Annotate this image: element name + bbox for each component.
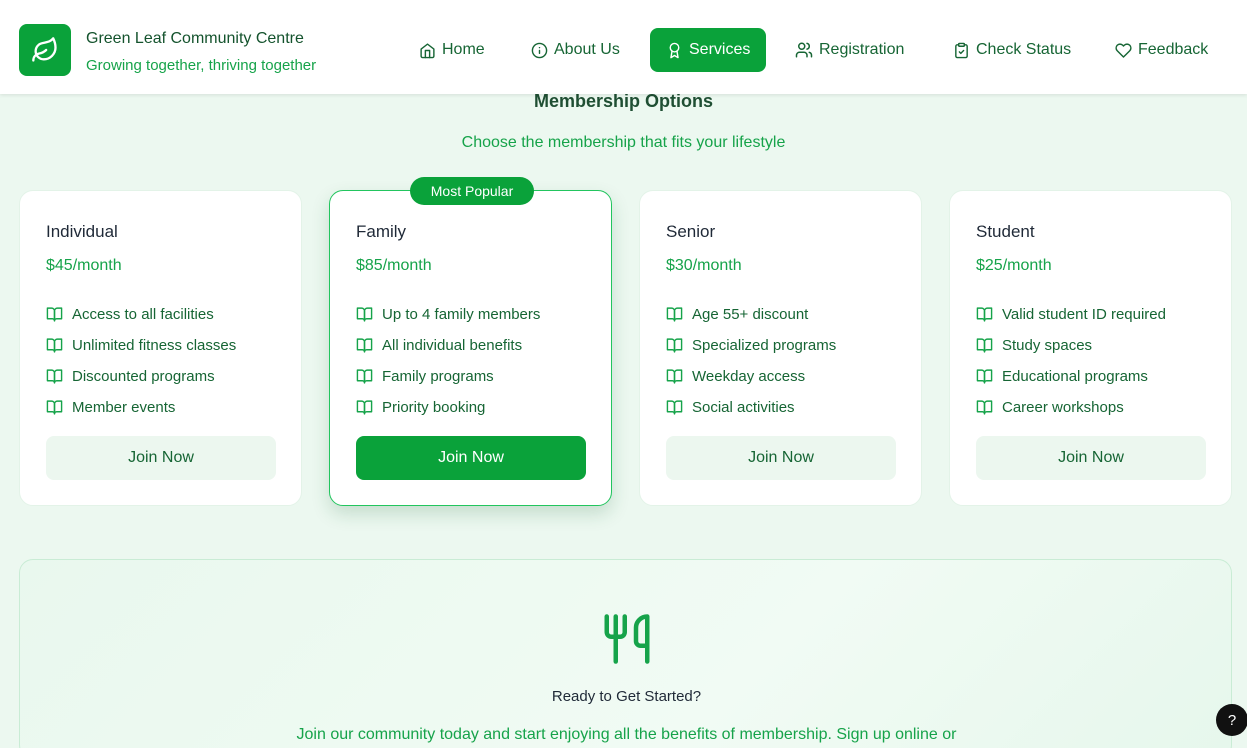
book-open-icon <box>46 338 63 353</box>
feature-text: Access to all facilities <box>72 306 214 323</box>
brand-subtitle: Growing together, thriving together <box>86 57 317 74</box>
feature-item: Career workshops <box>976 392 1166 423</box>
feature-text: Educational programs <box>1002 368 1148 385</box>
feature-text: Study spaces <box>1002 337 1093 354</box>
feature-item: All individual benefits <box>356 330 540 361</box>
nav-about-us[interactable]: About Us <box>515 28 636 72</box>
nav-registration[interactable]: Registration <box>779 28 920 72</box>
plan-name: Individual <box>46 222 118 241</box>
nav-registration-label: Registration <box>819 41 905 58</box>
clipboard-check-icon <box>955 42 968 58</box>
section-subtitle: Choose the membership that fits your lif… <box>461 134 786 151</box>
book-open-icon <box>46 400 63 415</box>
book-open-icon <box>666 400 683 415</box>
feature-text: Weekday access <box>692 368 806 385</box>
book-open-icon <box>356 307 373 322</box>
plan-name: Student <box>976 222 1035 241</box>
book-open-icon <box>976 338 993 353</box>
plan-features: Valid student ID required Study spaces E… <box>976 299 1166 423</box>
logo[interactable] <box>19 24 71 76</box>
book-open-icon <box>356 338 373 353</box>
plan-features: Age 55+ discount Specialized programs We… <box>666 299 836 423</box>
plan-card-student: Student $25/month Valid student ID requi… <box>949 190 1232 506</box>
home-icon <box>420 42 435 58</box>
nav-services-label: Services <box>689 41 751 58</box>
most-popular-badge: Most Popular <box>410 177 534 205</box>
book-open-icon <box>666 338 683 353</box>
feature-text: Priority booking <box>382 399 486 416</box>
book-open-icon <box>666 369 683 384</box>
plan-name: Senior <box>666 222 716 241</box>
nav-home-label: Home <box>442 41 485 58</box>
feature-item: Up to 4 family members <box>356 299 540 330</box>
award-icon <box>669 42 680 58</box>
feature-item: Unlimited fitness classes <box>46 330 236 361</box>
heart-icon <box>1115 42 1132 58</box>
feature-item: Weekday access <box>666 361 836 392</box>
feature-item: Valid student ID required <box>976 299 1166 330</box>
nav-services[interactable]: Services <box>650 28 767 72</box>
feature-item: Member events <box>46 392 236 423</box>
feature-text: Member events <box>72 399 176 416</box>
feature-text: Age 55+ discount <box>692 306 809 323</box>
feature-item: Family programs <box>356 361 540 392</box>
feature-text: Up to 4 family members <box>382 306 541 323</box>
feature-item: Specialized programs <box>666 330 836 361</box>
plan-price: $45/month <box>46 257 122 274</box>
feature-item: Access to all facilities <box>46 299 236 330</box>
feature-text: Discounted programs <box>72 368 215 385</box>
feature-text: Valid student ID required <box>1002 306 1166 323</box>
book-open-icon <box>46 369 63 384</box>
cta-title: Ready to Get Started? <box>551 688 702 705</box>
feature-item: Priority booking <box>356 392 540 423</box>
feature-text: Specialized programs <box>692 337 837 354</box>
nav-feedback[interactable]: Feedback <box>1099 28 1224 72</box>
info-icon <box>531 42 548 58</box>
feature-text: Career workshops <box>1002 399 1124 416</box>
site-header: Green Leaf Community Centre Growing toge… <box>0 0 1247 94</box>
join-now-button[interactable]: Join Now <box>356 436 586 480</box>
plan-card-individual: Individual $45/month Access to all facil… <box>19 190 302 506</box>
feature-item: Study spaces <box>976 330 1166 361</box>
feature-text: Unlimited fitness classes <box>72 337 237 354</box>
section-title: Membership Options <box>533 91 713 111</box>
feature-item: Age 55+ discount <box>666 299 836 330</box>
book-open-icon <box>976 307 993 322</box>
book-open-icon <box>976 369 993 384</box>
plan-price: $85/month <box>356 257 432 274</box>
feature-item: Discounted programs <box>46 361 236 392</box>
feature-text: Social activities <box>692 399 795 416</box>
plan-price: $30/month <box>666 257 742 274</box>
users-icon <box>795 42 813 58</box>
join-now-button[interactable]: Join Now <box>976 436 1206 480</box>
feature-text: Family programs <box>382 368 494 385</box>
cta-panel: Ready to Get Started? Join our community… <box>19 559 1232 748</box>
book-open-icon <box>46 307 63 322</box>
feature-item: Social activities <box>666 392 836 423</box>
feature-item: Educational programs <box>976 361 1166 392</box>
brand-title: Green Leaf Community Centre <box>86 30 304 47</box>
nav-home[interactable]: Home <box>403 28 501 72</box>
book-open-icon <box>356 400 373 415</box>
utensils-icon <box>604 614 650 664</box>
book-open-icon <box>666 307 683 322</box>
help-button[interactable]: ? <box>1216 704 1247 736</box>
nav-feedback-label: Feedback <box>1138 41 1209 58</box>
plan-card-senior: Senior $30/month Age 55+ discount Specia… <box>639 190 922 506</box>
nav-check-status[interactable]: Check Status <box>937 28 1087 72</box>
plan-price: $25/month <box>976 257 1052 274</box>
book-open-icon <box>356 369 373 384</box>
plan-features: Access to all facilities Unlimited fitne… <box>46 299 236 423</box>
join-now-button[interactable]: Join Now <box>666 436 896 480</box>
plan-features: Up to 4 family members All individual be… <box>356 299 540 423</box>
plan-name: Family <box>356 222 407 241</box>
nav-about-us-label: About Us <box>554 41 620 58</box>
join-now-button[interactable]: Join Now <box>46 436 276 480</box>
leaf-icon <box>32 37 57 62</box>
plan-card-family: Most Popular Family $85/month Up to 4 fa… <box>329 177 612 506</box>
nav-check-status-label: Check Status <box>976 41 1072 58</box>
cta-text: Join our community today and start enjoy… <box>296 726 957 743</box>
feature-text: All individual benefits <box>382 337 523 354</box>
book-open-icon <box>976 400 993 415</box>
